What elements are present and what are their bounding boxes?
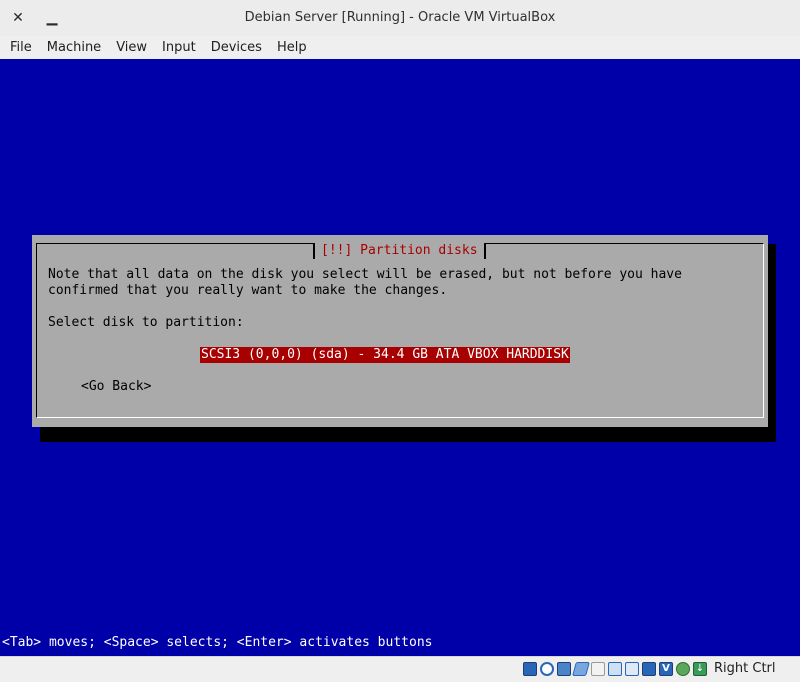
dialog-prompt: Select disk to partition: — [48, 315, 244, 330]
audio-icon[interactable] — [557, 662, 571, 676]
window-title: Debian Server [Running] - Oracle VM Virt… — [244, 10, 556, 25]
menu-view[interactable]: View — [108, 36, 154, 59]
menu-file[interactable]: File — [0, 36, 39, 59]
recording-icon[interactable] — [642, 662, 656, 676]
optical-drive-icon[interactable] — [540, 662, 554, 676]
dialog-message-line-2: confirmed that you really want to make t… — [48, 283, 448, 298]
network-icon[interactable] — [572, 662, 590, 676]
dialog-title: [!!] Partition disks — [313, 243, 486, 259]
partition-dialog: [!!] Partition disks Note that all data … — [32, 235, 768, 427]
guest-screen[interactable]: [!!] Partition disks Note that all data … — [0, 59, 800, 656]
guest-additions-icon[interactable] — [676, 662, 690, 676]
go-back-button[interactable]: <Go Back> — [81, 379, 151, 395]
menu-bar: File Machine View Input Devices Help — [0, 36, 800, 59]
status-bar: V ↓ Right Ctrl — [0, 656, 800, 682]
host-key-label: Right Ctrl — [714, 661, 776, 676]
menu-input[interactable]: Input — [154, 36, 203, 59]
menu-devices[interactable]: Devices — [203, 36, 269, 59]
usb-icon[interactable] — [591, 662, 605, 676]
window-titlebar: ✕ ▁ Debian Server [Running] - Oracle VM … — [0, 0, 800, 37]
vt-x-icon[interactable]: V — [659, 662, 673, 676]
menu-machine[interactable]: Machine — [39, 36, 108, 59]
installer-help-line: <Tab> moves; <Space> selects; <Enter> ac… — [2, 635, 433, 650]
display-icon[interactable] — [625, 662, 639, 676]
dialog-message-line-1: Note that all data on the disk you selec… — [48, 267, 682, 282]
disk-option-sda[interactable]: SCSI3 (0,0,0) (sda) - 34.4 GB ATA VBOX H… — [200, 347, 570, 363]
status-icons: V ↓ — [523, 662, 707, 676]
hard-disk-icon[interactable] — [523, 662, 537, 676]
minimize-icon[interactable]: ▁ — [42, 8, 62, 28]
menu-help[interactable]: Help — [269, 36, 314, 59]
mouse-integration-icon[interactable]: ↓ — [693, 662, 707, 676]
close-icon[interactable]: ✕ — [8, 8, 28, 28]
shared-folders-icon[interactable] — [608, 662, 622, 676]
